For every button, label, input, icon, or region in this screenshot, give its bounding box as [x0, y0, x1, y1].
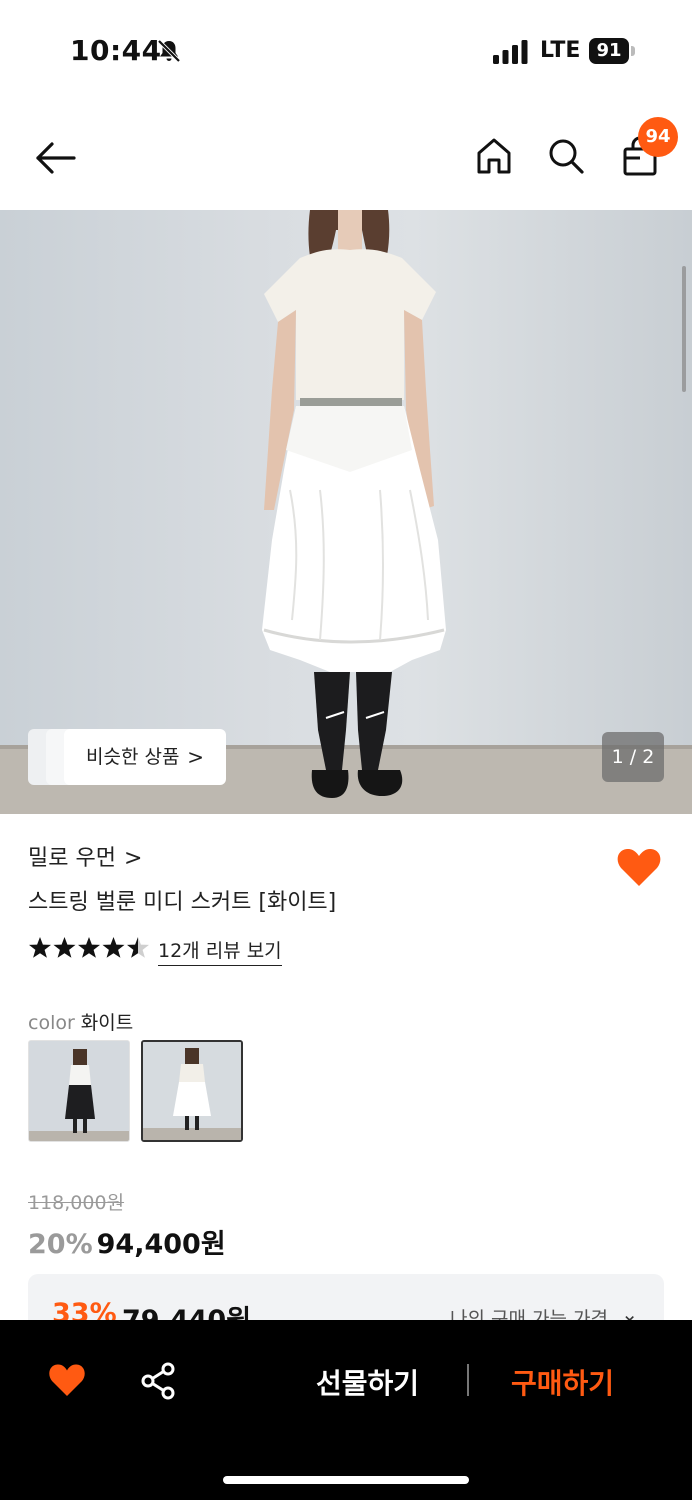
sale-price: 94,400원	[96, 1229, 226, 1260]
brand-name: 밀로 우먼	[28, 846, 116, 871]
wishlist-heart-icon[interactable]	[48, 1362, 86, 1398]
color-option-white[interactable]	[141, 1040, 243, 1142]
star-icon	[53, 937, 76, 958]
color-label: color	[28, 1012, 75, 1034]
signal-icon	[493, 40, 528, 64]
battery-tip	[631, 46, 635, 56]
color-selector-label: color 화이트	[28, 1008, 133, 1035]
back-arrow-icon[interactable]	[34, 138, 78, 178]
black-skirt-thumbnail	[29, 1041, 129, 1141]
brand-link[interactable]: 밀로 우먼 >	[28, 840, 142, 872]
product-image-carousel[interactable]: 비슷한 상품 > 1 / 2	[0, 210, 692, 814]
star-icon	[78, 937, 100, 958]
bell-muted-icon	[157, 39, 181, 63]
color-option-black[interactable]	[28, 1040, 130, 1142]
bottom-action-bar: 선물하기 구매하기	[0, 1320, 692, 1500]
similar-products-button[interactable]: 비슷한 상품 >	[64, 729, 226, 785]
sale-price-row: 20% 94,400원	[28, 1222, 226, 1261]
cart-count-badge: 94	[638, 117, 678, 157]
star-icon	[102, 937, 125, 958]
image-page-counter: 1 / 2	[602, 732, 664, 782]
image-scrollbar[interactable]	[682, 266, 686, 392]
star-icon	[29, 937, 51, 958]
wishlist-heart-icon[interactable]	[616, 846, 662, 888]
chevron-right-icon: >	[187, 745, 204, 769]
top-nav: 94	[0, 110, 692, 206]
status-time: 10:44	[70, 34, 162, 67]
review-link[interactable]: 12개 리뷰 보기	[158, 936, 282, 966]
battery-icon: 91	[589, 38, 629, 64]
buy-button[interactable]: 구매하기	[511, 1362, 614, 1402]
home-icon[interactable]	[474, 136, 514, 176]
color-selected-value: 화이트	[80, 1012, 134, 1034]
product-title: 스트링 벌룬 미디 스커트 [화이트]	[28, 890, 337, 915]
bottom-bar-divider	[467, 1364, 469, 1396]
network-type: LTE	[540, 38, 581, 63]
status-bar: 10:44 LTE 91	[0, 0, 692, 100]
home-indicator[interactable]	[223, 1476, 469, 1484]
white-skirt-thumbnail	[143, 1042, 241, 1140]
discount-rate: 20%	[28, 1229, 93, 1260]
original-price: 118,000원	[28, 1192, 125, 1214]
similar-products-label: 비슷한 상품	[86, 746, 180, 768]
rating-stars	[29, 937, 149, 958]
chevron-right-icon: >	[123, 846, 143, 871]
share-icon[interactable]	[140, 1362, 176, 1400]
search-icon[interactable]	[546, 136, 586, 176]
gift-button[interactable]: 선물하기	[316, 1362, 419, 1402]
half-star-icon	[127, 937, 149, 958]
product-photo	[0, 210, 692, 814]
